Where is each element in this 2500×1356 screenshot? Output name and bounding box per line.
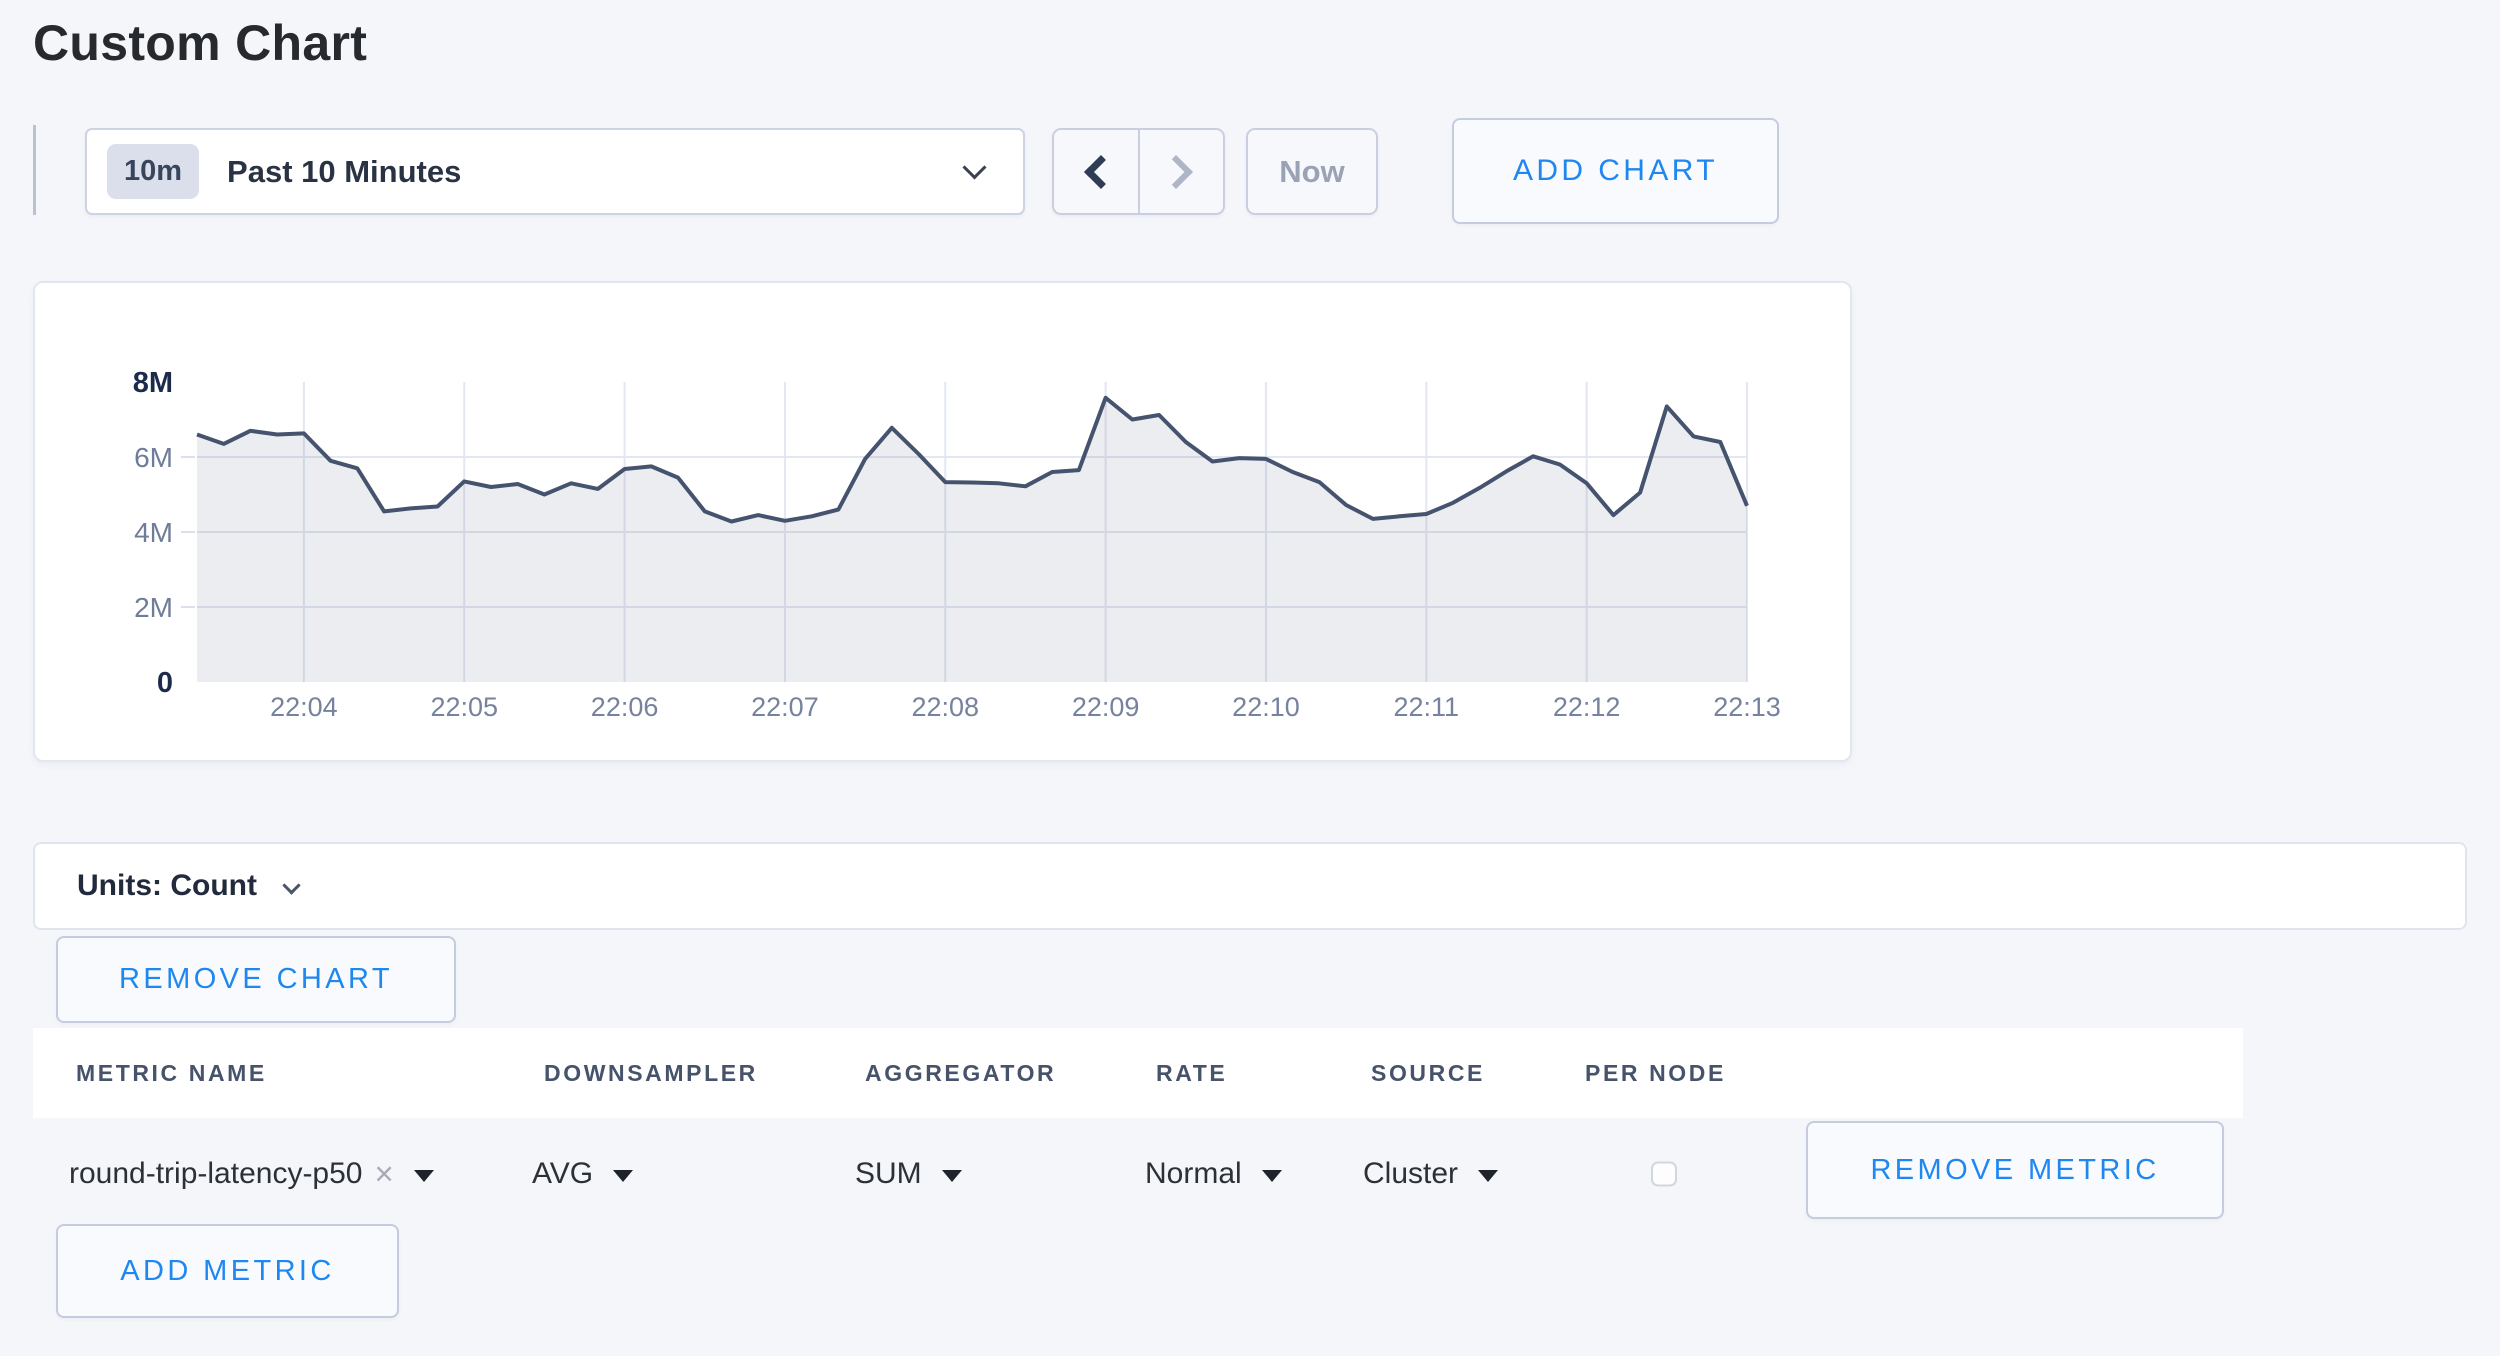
col-header-metric-name: METRIC NAME: [76, 1028, 267, 1118]
svg-text:22:09: 22:09: [1072, 692, 1140, 722]
time-window-label: Past 10 Minutes: [227, 154, 461, 190]
aggregator-value: SUM: [855, 1157, 922, 1191]
col-header-aggregator: AGGREGATOR: [865, 1028, 1056, 1118]
aggregator-select[interactable]: SUM: [855, 1157, 962, 1191]
svg-text:22:06: 22:06: [591, 692, 659, 722]
rate-value: Normal: [1145, 1157, 1242, 1191]
svg-text:6M: 6M: [134, 442, 173, 473]
add-chart-button[interactable]: ADD CHART: [1452, 118, 1779, 224]
svg-text:22:05: 22:05: [430, 692, 498, 722]
custom-chart-page: { "page": { "title": "Custom Chart", "ba…: [0, 0, 2500, 1356]
time-window-badge: 10m: [107, 144, 199, 199]
rate-select[interactable]: Normal: [1145, 1157, 1282, 1191]
caret-down-icon: [613, 1170, 633, 1182]
metric-table-row: round-trip-latency-p50 × AVG SUM Normal …: [33, 1118, 2243, 1230]
svg-text:22:08: 22:08: [911, 692, 979, 722]
caret-down-icon: [1262, 1170, 1282, 1182]
svg-text:0: 0: [157, 667, 173, 699]
svg-text:22:10: 22:10: [1232, 692, 1300, 722]
svg-text:4M: 4M: [134, 517, 173, 548]
per-node-checkbox[interactable]: [1651, 1162, 1677, 1187]
chevron-right-icon: [1159, 155, 1193, 189]
svg-text:22:13: 22:13: [1713, 692, 1781, 722]
source-select[interactable]: Cluster: [1363, 1157, 1498, 1191]
caret-down-icon: [1478, 1170, 1498, 1182]
col-header-per-node: PER NODE: [1585, 1028, 1726, 1118]
metrics-table-header: METRIC NAME DOWNSAMPLER AGGREGATOR RATE …: [33, 1028, 2243, 1118]
chevron-down-icon: [282, 876, 300, 894]
metric-name-value: round-trip-latency-p50: [69, 1157, 362, 1191]
metric-name-select[interactable]: round-trip-latency-p50 ×: [69, 1155, 434, 1193]
now-button[interactable]: Now: [1246, 128, 1378, 215]
svg-text:2M: 2M: [134, 592, 173, 623]
svg-text:22:04: 22:04: [270, 692, 338, 722]
chart-card: 22:04 22:05 22:06 22:07 22:08 22:09 22:10 22:11…: [33, 281, 1852, 762]
add-metric-button[interactable]: ADD METRIC: [56, 1224, 399, 1318]
remove-chart-button[interactable]: REMOVE CHART: [56, 936, 456, 1023]
toolbar-accent-bar: [33, 125, 36, 215]
units-select[interactable]: Units: Count: [33, 842, 2467, 930]
svg-text:22:12: 22:12: [1553, 692, 1621, 722]
chevron-left-icon: [1084, 155, 1118, 189]
units-select-label: Units: Count: [77, 869, 257, 903]
page-title: Custom Chart: [33, 14, 367, 72]
custom-chart-svg[interactable]: 22:04 22:05 22:06 22:07 22:08 22:09 22:10 22:11…: [35, 283, 1850, 760]
downsampler-value: AVG: [532, 1157, 593, 1191]
time-pager-group: [1052, 128, 1225, 215]
svg-text:22:11: 22:11: [1394, 692, 1460, 722]
chevron-down-icon: [962, 155, 986, 179]
prev-timespan-button[interactable]: [1054, 130, 1140, 213]
col-header-downsampler: DOWNSAMPLER: [544, 1028, 758, 1118]
svg-text:8M: 8M: [133, 367, 173, 399]
svg-text:22:07: 22:07: [751, 692, 819, 722]
caret-down-icon: [414, 1170, 434, 1182]
time-range-select[interactable]: 10m Past 10 Minutes: [85, 128, 1025, 215]
source-value: Cluster: [1363, 1157, 1458, 1191]
downsampler-select[interactable]: AVG: [532, 1157, 633, 1191]
col-header-rate: RATE: [1156, 1028, 1227, 1118]
caret-down-icon: [942, 1170, 962, 1182]
x-icon[interactable]: ×: [374, 1155, 393, 1193]
col-header-source: SOURCE: [1371, 1028, 1485, 1118]
chart-series: [197, 398, 1747, 682]
next-timespan-button[interactable]: [1140, 130, 1224, 213]
remove-metric-button[interactable]: REMOVE METRIC: [1806, 1121, 2224, 1219]
